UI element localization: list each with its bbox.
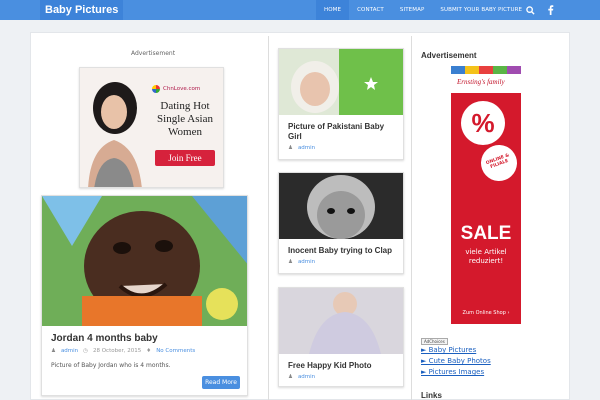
post-meta: ♟ admin ◷ 28 October, 2015 ♦ No Comments	[51, 348, 195, 354]
nav-sitemap[interactable]: SITEMAP	[392, 0, 432, 20]
post-thumbnail[interactable]	[279, 288, 404, 354]
post-thumbnail[interactable]	[279, 49, 404, 115]
column-divider	[411, 36, 412, 400]
comment-icon: ♦	[146, 348, 152, 354]
post-author[interactable]: admin	[298, 374, 315, 380]
chnlove-logo-icon	[152, 85, 160, 93]
ad-label: Advertisement	[131, 50, 176, 57]
ad-color-bar	[451, 66, 521, 74]
user-icon: ♟	[288, 259, 293, 265]
sidebar-links-title: Links	[421, 391, 442, 400]
post-card[interactable]: Picture of Pakistani Baby Girl ♟ admin	[278, 48, 404, 160]
post-meta: ♟ admin	[288, 259, 315, 265]
post-excerpt: Picture of Baby Jordan who is 4 months.	[51, 362, 171, 369]
ernstings-ad[interactable]: Ernsting's family % ONLINE & FILIALE SAL…	[451, 66, 523, 324]
search-icon[interactable]	[520, 0, 540, 20]
facebook-icon[interactable]	[540, 0, 560, 20]
post-thumbnail[interactable]	[279, 173, 404, 239]
nav-submit[interactable]: SUBMIT YOUR BABY PICTURE	[432, 0, 530, 20]
post-title[interactable]: Picture of Pakistani Baby Girl	[288, 122, 398, 142]
post-author[interactable]: admin	[61, 348, 78, 354]
read-more-button[interactable]: Read More	[202, 376, 240, 389]
sidebar-link-pictures-images[interactable]: ► Pictures Images	[421, 368, 484, 376]
user-icon: ♟	[288, 145, 293, 151]
post-title[interactable]: Inocent Baby trying to Clap	[288, 246, 403, 256]
ad-headline: Dating Hot Single Asian Women	[157, 100, 213, 138]
sale-text: SALE	[460, 223, 512, 244]
post-date: 28 October, 2015	[92, 348, 142, 354]
site-brand[interactable]: Baby Pictures	[40, 0, 124, 20]
nav-home[interactable]: HOME	[316, 0, 350, 20]
adchoices-badge[interactable]: AdChoices	[421, 338, 448, 345]
nav-contact[interactable]: CONTACT	[349, 0, 392, 20]
sale-panel: % ONLINE & FILIALE SALE viele Artikel re…	[451, 93, 523, 324]
ad-brand: ChnLove.com	[152, 85, 200, 93]
post-author[interactable]: admin	[298, 145, 315, 151]
post-meta: ♟ admin	[288, 374, 315, 380]
sidebar-link-cute-baby-photos[interactable]: ► Cute Baby Photos	[421, 357, 491, 365]
post-author[interactable]: admin	[298, 259, 315, 265]
post-meta: ♟ admin	[288, 145, 315, 151]
main-nav: HOME CONTACT SITEMAP SUBMIT YOUR BABY PI…	[316, 0, 530, 20]
post-thumbnail[interactable]	[42, 196, 248, 326]
sale-subtext: viele Artikel reduziert!	[465, 248, 507, 265]
post-title[interactable]: Free Happy Kid Photo	[288, 361, 372, 371]
sidebar-link-baby-pictures[interactable]: ► Baby Pictures	[421, 346, 476, 354]
post-comments[interactable]: No Comments	[156, 348, 195, 354]
post-card[interactable]: Jordan 4 months baby ♟ admin ◷ 28 Octobe…	[41, 195, 248, 396]
join-free-button[interactable]: Join Free	[155, 150, 215, 166]
column-divider	[268, 36, 269, 400]
user-icon: ♟	[288, 374, 293, 380]
online-shop-button[interactable]: Zum Online Shop ›	[451, 310, 521, 316]
ad-brand: Ernsting's family	[457, 78, 505, 86]
percent-badge: %	[461, 101, 505, 145]
clock-icon: ◷	[83, 348, 88, 354]
online-filiale-badge: ONLINE & FILIALE	[475, 139, 523, 187]
post-card[interactable]: Inocent Baby trying to Clap ♟ admin	[278, 172, 404, 274]
sidebar-ad-title: Advertisement	[421, 51, 477, 60]
chnlove-ad[interactable]: ChnLove.com Dating Hot Single Asian Wome…	[79, 67, 224, 188]
user-icon: ♟	[51, 348, 56, 354]
post-title[interactable]: Jordan 4 months baby	[51, 334, 158, 344]
post-card[interactable]: Free Happy Kid Photo ♟ admin	[278, 287, 404, 387]
